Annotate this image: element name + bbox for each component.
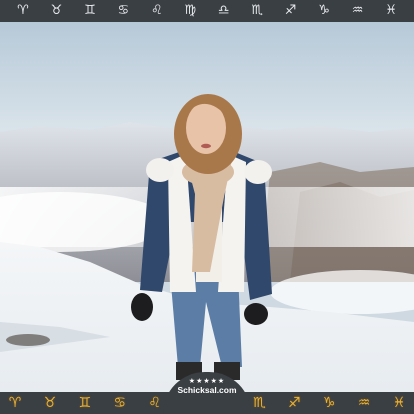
gemini-icon[interactable]: ♊︎ bbox=[79, 0, 101, 22]
zodiac-sign-bar: ♈︎ ♉︎ ♊︎ ♋︎ ♌︎ ♍︎ ♎︎ ♏︎ ♐︎ ♑︎ ♒︎ ♓︎ bbox=[0, 0, 414, 22]
logo-stars: ★★★★★ bbox=[188, 377, 226, 385]
lion-gold-icon[interactable]: ♌ bbox=[146, 394, 164, 412]
libra-icon[interactable]: ♎︎ bbox=[213, 0, 235, 22]
schicksal-logo[interactable]: ★★★★★ Schicksal.com bbox=[163, 372, 251, 414]
fish-gold-icon[interactable]: ♓ bbox=[390, 394, 408, 412]
scorpio-icon[interactable]: ♏︎ bbox=[246, 0, 268, 22]
ram-gold-icon[interactable]: ♈ bbox=[6, 394, 24, 412]
photo-winter-mountain bbox=[0, 22, 414, 392]
aquarius-icon[interactable]: ♒︎ bbox=[347, 0, 369, 22]
photo-illustration bbox=[0, 22, 414, 392]
leo-icon[interactable]: ♌︎ bbox=[146, 0, 168, 22]
virgo-icon[interactable]: ♍︎ bbox=[179, 0, 201, 22]
aries-icon[interactable]: ♈︎ bbox=[12, 0, 34, 22]
twins-gold-icon[interactable]: ♊ bbox=[76, 394, 94, 412]
capricorn-icon[interactable]: ♑︎ bbox=[313, 0, 335, 22]
goat-gold-icon[interactable]: ♑ bbox=[320, 394, 338, 412]
sagittarius-icon[interactable]: ♐︎ bbox=[280, 0, 302, 22]
water-bearer-gold-icon[interactable]: ♒ bbox=[355, 394, 373, 412]
rock bbox=[6, 334, 50, 346]
cancer-icon[interactable]: ♋︎ bbox=[112, 0, 134, 22]
crab-gold-icon[interactable]: ♋ bbox=[111, 394, 129, 412]
scorpion-gold-icon[interactable]: ♏ bbox=[250, 394, 268, 412]
bull-gold-icon[interactable]: ♉ bbox=[41, 394, 59, 412]
pisces-icon[interactable]: ♓︎ bbox=[380, 0, 402, 22]
logo-brand: Schicksal.com bbox=[177, 385, 237, 395]
archer-gold-icon[interactable]: ♐ bbox=[285, 394, 303, 412]
taurus-icon[interactable]: ♉︎ bbox=[45, 0, 67, 22]
